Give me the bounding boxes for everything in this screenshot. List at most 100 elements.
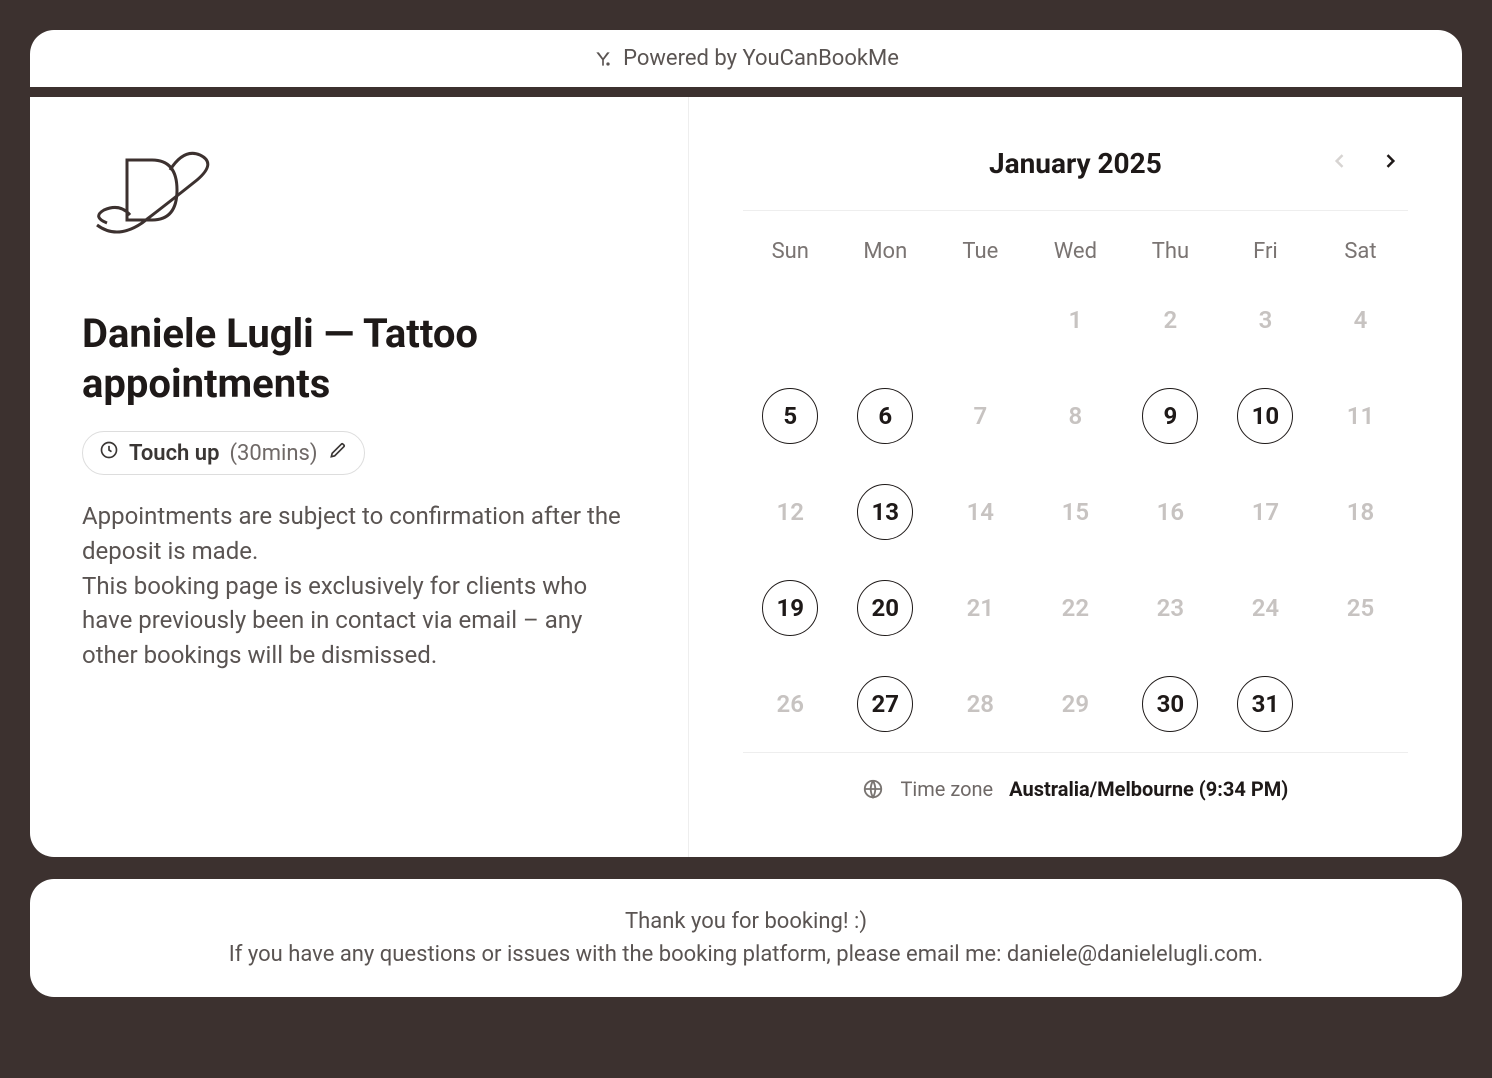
day-unavailable: 12 bbox=[762, 484, 818, 540]
day-cell: 27 bbox=[838, 656, 933, 752]
content-area: Daniele Lugli — Tattoo appointments Touc… bbox=[30, 97, 1462, 857]
day-unavailable: 18 bbox=[1332, 484, 1388, 540]
day-cell: 1 bbox=[1028, 272, 1123, 368]
day-cell: 11 bbox=[1313, 368, 1408, 464]
clock-icon bbox=[99, 440, 119, 466]
day-cell: 29 bbox=[1028, 656, 1123, 752]
service-name: Touch up bbox=[129, 441, 219, 466]
day-cell: 15 bbox=[1028, 464, 1123, 560]
calendar-divider bbox=[743, 210, 1408, 211]
page-title: Daniele Lugli — Tattoo appointments bbox=[82, 309, 636, 409]
day-cell: 16 bbox=[1123, 464, 1218, 560]
brand-logo bbox=[82, 145, 576, 249]
weekday-label: Mon bbox=[838, 239, 933, 264]
timezone-value: Australia/Melbourne (9:34 PM) bbox=[1009, 777, 1288, 801]
day-cell: 18 bbox=[1313, 464, 1408, 560]
calendar-panel: January 2025 SunMonTueWedThuFriSat 12345… bbox=[689, 97, 1462, 857]
next-month-button[interactable] bbox=[1372, 143, 1408, 179]
day-cell: 4 bbox=[1313, 272, 1408, 368]
powered-by-bar[interactable]: Powered by YouCanBookMe bbox=[30, 30, 1462, 87]
day-available[interactable]: 20 bbox=[857, 580, 913, 636]
day-cell: 26 bbox=[743, 656, 838, 752]
days-grid: 1234567891011121314151617181920212223242… bbox=[743, 272, 1408, 752]
day-cell: 7 bbox=[933, 368, 1028, 464]
day-unavailable: 25 bbox=[1332, 580, 1388, 636]
day-unavailable: 24 bbox=[1237, 580, 1293, 636]
day-unavailable: 28 bbox=[952, 676, 1008, 732]
day-cell: 17 bbox=[1218, 464, 1313, 560]
day-unavailable: 22 bbox=[1047, 580, 1103, 636]
day-unavailable: 11 bbox=[1332, 388, 1388, 444]
day-available[interactable]: 19 bbox=[762, 580, 818, 636]
weekday-row: SunMonTueWedThuFriSat bbox=[743, 219, 1408, 272]
day-cell: 9 bbox=[1123, 368, 1218, 464]
day-available[interactable]: 30 bbox=[1142, 676, 1198, 732]
prev-month-button bbox=[1322, 143, 1358, 179]
day-cell: 21 bbox=[933, 560, 1028, 656]
globe-icon bbox=[862, 778, 884, 800]
day-cell: 31 bbox=[1218, 656, 1313, 752]
day-unavailable: 26 bbox=[762, 676, 818, 732]
weekday-label: Sun bbox=[743, 239, 838, 264]
day-cell: 14 bbox=[933, 464, 1028, 560]
day-available[interactable]: 31 bbox=[1237, 676, 1293, 732]
day-cell bbox=[1313, 656, 1408, 752]
day-unavailable: 16 bbox=[1142, 484, 1198, 540]
weekday-label: Fri bbox=[1218, 239, 1313, 264]
day-cell: 25 bbox=[1313, 560, 1408, 656]
day-cell: 19 bbox=[743, 560, 838, 656]
day-cell: 13 bbox=[838, 464, 933, 560]
edit-icon bbox=[328, 440, 348, 466]
day-unavailable: 3 bbox=[1237, 292, 1293, 348]
accent-strip bbox=[30, 87, 1462, 97]
day-cell: 22 bbox=[1028, 560, 1123, 656]
day-available[interactable]: 10 bbox=[1237, 388, 1293, 444]
day-unavailable: 14 bbox=[952, 484, 1008, 540]
day-unavailable: 17 bbox=[1237, 484, 1293, 540]
booking-card: Powered by YouCanBookMe Daniele Lugli — … bbox=[30, 30, 1462, 857]
day-unavailable: 2 bbox=[1142, 292, 1198, 348]
day-unavailable: 29 bbox=[1047, 676, 1103, 732]
day-available[interactable]: 13 bbox=[857, 484, 913, 540]
ycbm-logo-icon bbox=[593, 49, 613, 69]
day-available[interactable]: 5 bbox=[762, 388, 818, 444]
footer-line-2: If you have any questions or issues with… bbox=[54, 938, 1438, 971]
day-unavailable: 7 bbox=[952, 388, 1008, 444]
footer-card: Thank you for booking! :) If you have an… bbox=[30, 879, 1462, 997]
timezone-label: Time zone bbox=[900, 777, 993, 801]
description-line-2: This booking page is exclusively for cli… bbox=[82, 572, 587, 670]
day-available[interactable]: 27 bbox=[857, 676, 913, 732]
day-cell: 10 bbox=[1218, 368, 1313, 464]
info-panel: Daniele Lugli — Tattoo appointments Touc… bbox=[30, 97, 689, 857]
service-pill[interactable]: Touch up (30mins) bbox=[82, 431, 365, 475]
weekday-label: Tue bbox=[933, 239, 1028, 264]
calendar-header: January 2025 bbox=[743, 137, 1408, 210]
day-available[interactable]: 9 bbox=[1142, 388, 1198, 444]
day-unavailable: 21 bbox=[952, 580, 1008, 636]
timezone-row[interactable]: Time zone Australia/Melbourne (9:34 PM) bbox=[743, 752, 1408, 811]
day-unavailable: 1 bbox=[1047, 292, 1103, 348]
weekday-label: Sat bbox=[1313, 239, 1408, 264]
day-cell: 6 bbox=[838, 368, 933, 464]
day-cell bbox=[838, 272, 933, 368]
day-unavailable: 8 bbox=[1047, 388, 1103, 444]
weekday-label: Thu bbox=[1123, 239, 1218, 264]
day-unavailable: 15 bbox=[1047, 484, 1103, 540]
day-cell: 2 bbox=[1123, 272, 1218, 368]
day-unavailable: 23 bbox=[1142, 580, 1198, 636]
day-available[interactable]: 6 bbox=[857, 388, 913, 444]
day-cell: 3 bbox=[1218, 272, 1313, 368]
day-cell bbox=[743, 272, 838, 368]
day-cell: 8 bbox=[1028, 368, 1123, 464]
service-duration: (30mins) bbox=[229, 441, 317, 466]
powered-by-label: Powered by YouCanBookMe bbox=[623, 46, 899, 71]
description: Appointments are subject to confirmation… bbox=[82, 499, 636, 673]
day-cell: 24 bbox=[1218, 560, 1313, 656]
day-cell: 23 bbox=[1123, 560, 1218, 656]
footer-line-1: Thank you for booking! :) bbox=[54, 905, 1438, 938]
month-label: January 2025 bbox=[989, 147, 1162, 180]
description-line-1: Appointments are subject to confirmation… bbox=[82, 502, 621, 565]
weekday-label: Wed bbox=[1028, 239, 1123, 264]
day-cell: 12 bbox=[743, 464, 838, 560]
day-cell: 5 bbox=[743, 368, 838, 464]
